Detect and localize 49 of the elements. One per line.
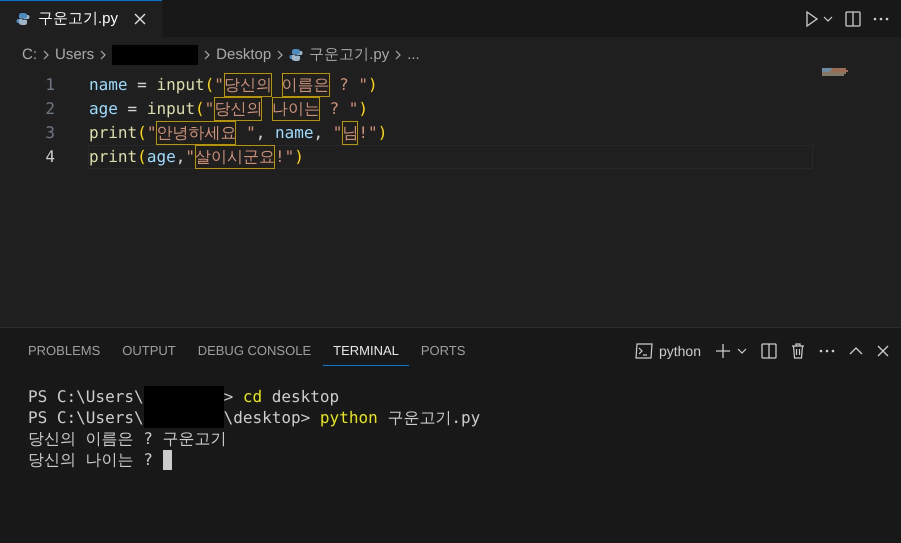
breadcrumb-item[interactable]: Users (55, 44, 94, 66)
terminal-text: python (320, 406, 378, 428)
terminal-text: 구운고기.py (386, 406, 480, 428)
chevron-right-icon (395, 50, 402, 60)
line-number: 1 (44, 74, 56, 96)
code-line: print("안녕하세요 ", name, "님!") (88, 121, 813, 145)
caret-icon[interactable] (823, 16, 833, 22)
close-icon[interactable] (134, 13, 146, 25)
terminal-text: desktop (270, 386, 340, 408)
breadcrumb-item[interactable]: Desktop (216, 44, 272, 66)
terminal-text: 당신의 나이는 ? (28, 448, 154, 470)
chevron-up-icon[interactable] (849, 347, 863, 355)
python-file-icon (289, 48, 304, 62)
panel-tab[interactable]: OUTPUT (112, 336, 186, 366)
terminal-text: 당신의 이름은 ? 구운고기 (28, 428, 227, 450)
terminal-text: PS C:\Users\ (28, 406, 144, 428)
caret-icon[interactable] (737, 348, 747, 354)
chevron-right-icon (277, 50, 284, 60)
breadcrumb-item[interactable]: ... (407, 44, 420, 66)
more-icon[interactable] (873, 16, 889, 20)
chevron-right-icon (204, 50, 210, 60)
python-file-icon (16, 12, 30, 26)
terminal-profile-label[interactable]: python (658, 340, 701, 362)
terminal-text: > (224, 386, 234, 408)
split-editor-icon[interactable] (845, 10, 861, 26)
run-icon[interactable] (805, 10, 819, 26)
more-icon[interactable] (819, 349, 835, 353)
panel-tab[interactable]: TERMINAL (323, 336, 409, 366)
trash-icon[interactable] (791, 343, 805, 359)
chevron-right-icon (100, 50, 106, 60)
terminal-text: PS C:\Users\ (28, 386, 144, 408)
terminal-icon[interactable] (634, 343, 653, 359)
terminal-cursor (162, 450, 172, 470)
line-number: 3 (44, 122, 56, 144)
panel-tab[interactable]: DEBUG CONSOLE (188, 336, 322, 366)
breadcrumb-item[interactable]: 구운고기.py (309, 44, 390, 66)
line-number: 4 (44, 146, 56, 168)
code-line: name = input("당신의 이름은 ? ") (88, 73, 813, 97)
code-line: age = input("당신의 나이는 ? ") (88, 97, 813, 121)
add-terminal-icon[interactable] (715, 343, 731, 359)
chevron-right-icon (43, 50, 49, 60)
split-terminal-icon[interactable] (761, 343, 777, 359)
terminal-text: \desktop> (224, 406, 312, 428)
panel-tab[interactable]: PROBLEMS (18, 336, 110, 366)
close-icon[interactable] (877, 345, 889, 357)
line-number: 2 (44, 98, 56, 120)
terminal-text: cd (242, 386, 262, 408)
panel-tab[interactable]: PORTS (410, 336, 476, 366)
breadcrumb-item[interactable]: C: (22, 44, 37, 66)
